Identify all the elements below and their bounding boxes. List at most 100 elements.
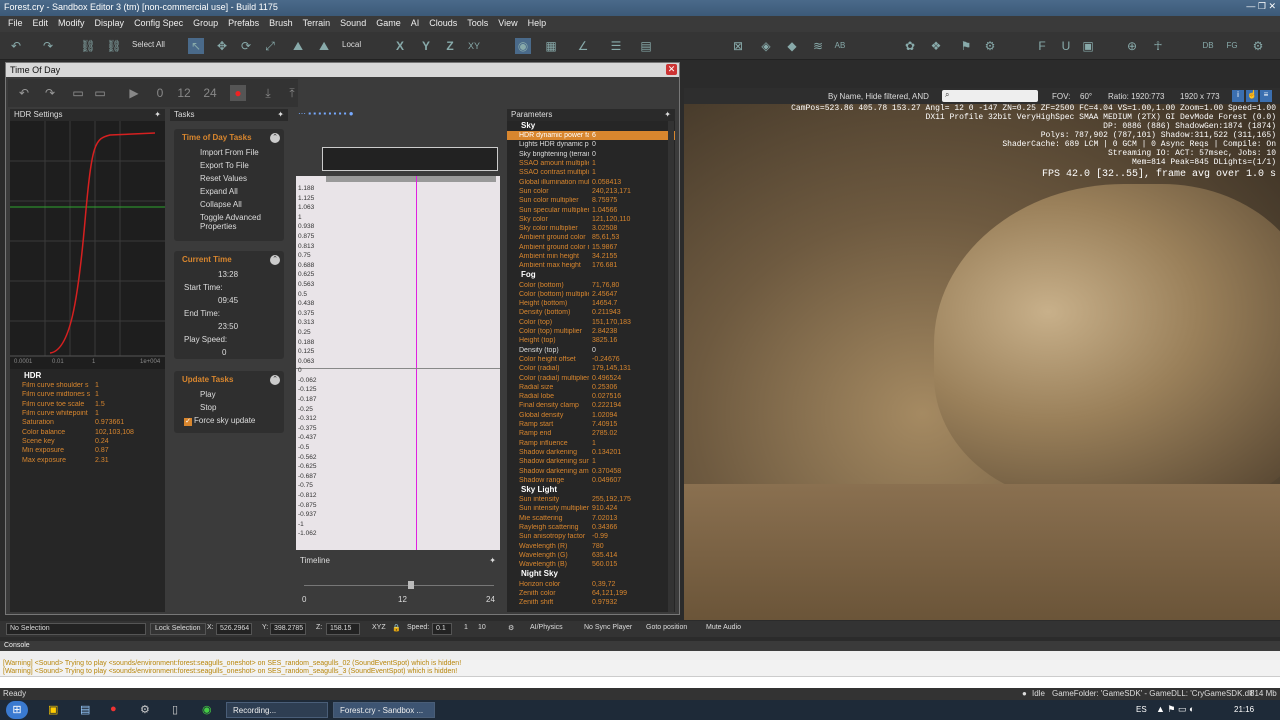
info-icon[interactable]: i (1232, 90, 1244, 102)
measure-icon[interactable]: ⊠ (730, 38, 746, 54)
param-row[interactable]: Sun color 240,213,171 (507, 187, 675, 196)
param-value[interactable]: 179,145,131 (589, 365, 649, 372)
param-row[interactable]: Radial lobe 0.027516 (507, 392, 675, 401)
timeline-slider-track[interactable] (304, 585, 494, 586)
hdr-param-row[interactable]: Film curve whitepoint 1 (10, 409, 165, 418)
param-value[interactable]: 0.222194 (589, 402, 649, 409)
database-icon[interactable]: ⊕ (1124, 38, 1140, 54)
param-value[interactable]: 85,61,53 (589, 234, 649, 241)
tray-icons[interactable]: ▲ ⚑ ▭ ◐ (1156, 704, 1194, 715)
menu-sound[interactable]: Sound (340, 18, 366, 30)
menu-clouds[interactable]: Clouds (429, 18, 457, 30)
param-row[interactable]: Shadow darkening ambie0.370458 (507, 466, 675, 475)
param-row[interactable]: Wavelength (B) 560.015 (507, 560, 675, 569)
param-row[interactable]: SSAO contrast multiplier 1 (507, 168, 675, 177)
pin-icon[interactable]: ✦ (154, 110, 161, 119)
unlink-icon[interactable]: ⛓ (106, 38, 122, 54)
param-row[interactable]: Wavelength (R) 780 (507, 541, 675, 550)
steam-icon[interactable]: ⚙ (140, 703, 150, 716)
hdr-param-row[interactable]: Film curve midtones s1 (10, 390, 165, 399)
export-to-file-link[interactable]: Export To File (174, 159, 284, 172)
param-value[interactable]: 1.02094 (589, 412, 649, 419)
param-row[interactable]: Color (radial) 179,145,131 (507, 364, 675, 373)
time-twentyfour-button[interactable]: 24 (202, 85, 218, 101)
param-value[interactable]: 0 (589, 347, 649, 354)
taskbar-recording[interactable]: Recording... (226, 702, 328, 718)
select-tool-icon[interactable]: ↖ (188, 38, 204, 54)
param-value[interactable]: 1 (92, 391, 152, 398)
param-value[interactable]: 0,39,72 (589, 581, 649, 588)
param-value[interactable]: 6 (589, 132, 649, 139)
param-row[interactable]: Sun intensity 255,192,175 (507, 495, 675, 504)
param-value[interactable]: 14654.7 (589, 300, 649, 307)
param-value[interactable]: 0.370458 (589, 468, 649, 475)
terrain-snap-icon[interactable]: ⛰ (290, 38, 306, 54)
resolution-label[interactable]: 1920 x 773 (1180, 92, 1220, 101)
param-value[interactable]: 0.134201 (589, 449, 649, 456)
grid-icon[interactable]: ▦ (543, 38, 559, 54)
param-value[interactable]: 71,76,80 (589, 282, 649, 289)
collapse-icon[interactable]: ⌃ (270, 255, 280, 265)
param-value[interactable]: 0.049607 (589, 477, 649, 484)
time-twelve-button[interactable]: 12 (176, 85, 192, 101)
toggle-advanced-link[interactable]: Toggle Advanced Properties (174, 211, 284, 233)
curve-tool-icons[interactable]: ⋯ ▪ ▪ ▪ ▪ ▪ ▪ ▪ ▪ ● (298, 109, 354, 118)
update-tasks-title[interactable]: Update Tasks (174, 371, 284, 388)
param-row[interactable]: Color (radial) multiplier 0.496524 (507, 373, 675, 382)
pin-icon[interactable]: ✦ (664, 110, 671, 119)
app-icon[interactable]: ● (110, 703, 117, 715)
param-row[interactable]: Lights HDR dynamic pow0 (507, 140, 675, 149)
param-value[interactable]: 64,121,199 (589, 590, 649, 597)
param-value[interactable]: 0.027516 (589, 393, 649, 400)
undo-icon[interactable]: ↶ (8, 38, 24, 54)
open-icon[interactable]: ▭ (70, 85, 86, 101)
window-controls[interactable]: — ❐ ✕ (1246, 1, 1276, 12)
link-icon[interactable]: ⛓ (80, 38, 96, 54)
param-value[interactable]: 2.84238 (589, 328, 649, 335)
param-row[interactable]: Sun intensity multiplier 910.424 (507, 504, 675, 513)
param-value[interactable]: 7.40915 (589, 421, 649, 428)
close-icon[interactable]: ✕ (666, 64, 677, 75)
param-row[interactable]: Horizon color 0,39,72 (507, 579, 675, 588)
save-icon[interactable]: ▭ (92, 85, 108, 101)
curve-key-preview[interactable] (322, 147, 498, 171)
force-sky-update-checkbox[interactable]: ✓ Force sky update (174, 414, 284, 428)
param-row[interactable]: Color (top) multiplier 2.84238 (507, 327, 675, 336)
font-icon[interactable]: F (1034, 38, 1050, 54)
param-row[interactable]: Color height offset -0.24676 (507, 355, 675, 364)
pin-icon[interactable]: ✦ (489, 556, 496, 565)
angle-snap-icon[interactable]: ∠ (575, 38, 591, 54)
reset-values-link[interactable]: Reset Values (174, 172, 284, 185)
param-row[interactable]: Zenith color 64,121,199 (507, 589, 675, 598)
param-row[interactable]: Color (bottom) multiplier 2.45647 (507, 290, 675, 299)
fg-icon[interactable]: FG (1224, 38, 1240, 54)
hdr-param-row[interactable]: Saturation 0.973661 (10, 418, 165, 427)
tod-tasks-title[interactable]: Time of Day Tasks (174, 129, 284, 146)
param-value[interactable]: -0.24676 (589, 356, 649, 363)
layers-icon[interactable]: ≋ (810, 38, 826, 54)
hand-icon[interactable]: ☝ (1246, 90, 1258, 102)
param-value[interactable]: 2.31 (92, 457, 152, 464)
param-value[interactable]: 15.9867 (589, 244, 649, 251)
play-speed-input[interactable]: 0 (174, 346, 284, 359)
param-value[interactable]: 102,103,108 (92, 429, 152, 436)
param-value[interactable]: 0.34366 (589, 524, 649, 531)
speed-input[interactable]: 0.1 (432, 623, 452, 635)
param-value[interactable]: 0.211943 (589, 309, 649, 316)
align-icon[interactable]: ☰ (608, 38, 624, 54)
select-all-dropdown[interactable]: Select All (132, 40, 165, 49)
play-icon[interactable]: ▶ (126, 85, 142, 101)
hdr-param-row[interactable]: Scene key 0.24 (10, 437, 165, 446)
param-row[interactable]: Sky brightening (terrain 0 (507, 150, 675, 159)
hdr-param-row[interactable]: Max exposure 2.31 (10, 455, 165, 464)
fov-value[interactable]: 60° (1080, 92, 1092, 101)
param-value[interactable]: 34.2155 (589, 253, 649, 260)
lock-selection-button[interactable]: Lock Selection (150, 623, 206, 635)
param-value[interactable]: 0.97932 (589, 599, 649, 606)
move-icon[interactable]: ✥ (214, 38, 230, 54)
particles-icon[interactable]: ❖ (928, 38, 944, 54)
param-value[interactable]: 0.24 (92, 438, 152, 445)
menu-tools[interactable]: Tools (467, 18, 488, 30)
param-value[interactable]: 635.414 (589, 552, 649, 559)
menu-modify[interactable]: Modify (58, 18, 85, 30)
